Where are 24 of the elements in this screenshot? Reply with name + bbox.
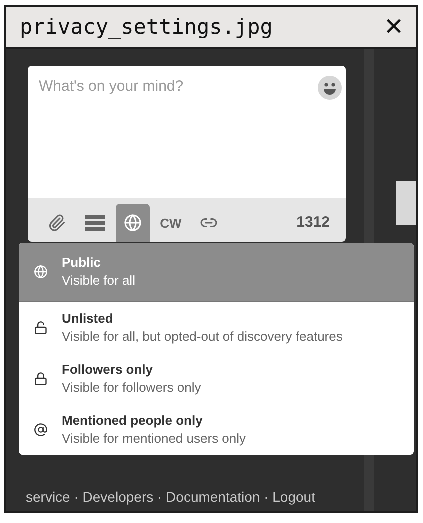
at-sign-icon [34,422,48,436]
globe-icon [34,264,48,278]
unlocked-icon [34,320,48,334]
photo-placeholder [396,181,416,225]
option-description: Visible for mentioned users only [62,431,246,446]
option-description: Visible for all [62,273,136,288]
lock-icon [34,372,48,386]
paperclip-icon [48,214,66,232]
option-title: Unlisted [62,311,114,326]
option-title: Followers only [62,362,154,377]
close-button[interactable]: ✕ [380,13,408,41]
option-description: Visible for followers only [62,380,202,395]
compose-field[interactable]: What's on your mind? [28,66,346,198]
footer-links: service · Developers · Documentation · Logout [26,489,316,505]
character-count: 1312 [296,212,330,230]
smiley-icon[interactable] [318,76,342,100]
privacy-button[interactable] [116,204,150,242]
option-title: Public [62,255,102,270]
option-description: Visible for all, but opted-out of discovery features [62,329,343,344]
cw-button[interactable]: CW [154,204,188,242]
globe-icon [124,214,142,232]
bars-icon [85,215,105,231]
window-title: privacy_settings.jpg [20,15,273,39]
option-title: Mentioned people only [62,413,204,428]
